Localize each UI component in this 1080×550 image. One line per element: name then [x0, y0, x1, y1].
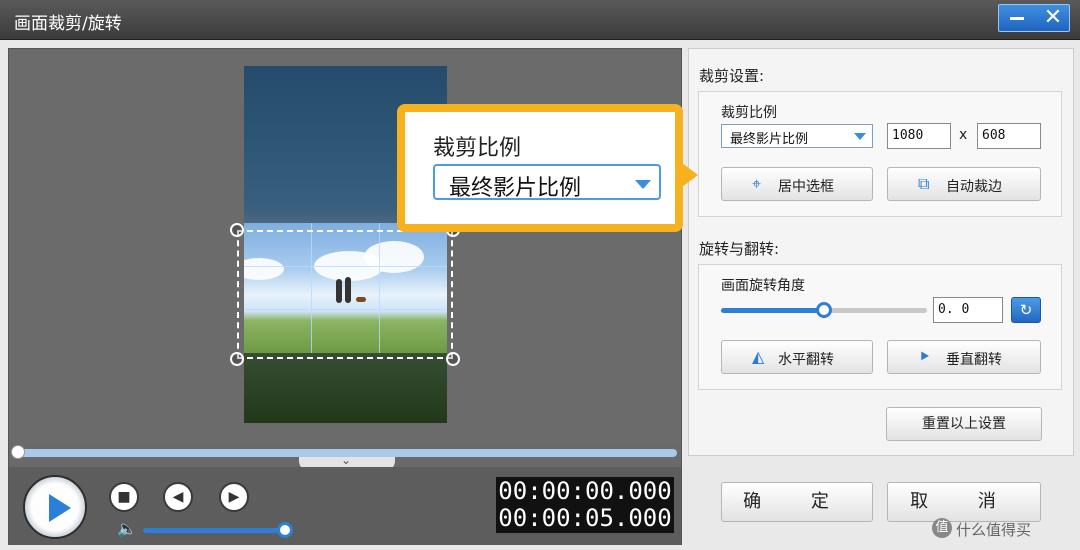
rotate-button[interactable]: ↻ [1011, 297, 1041, 323]
flip-horizontal-button[interactable]: ◭ 水平翻转 [721, 340, 873, 374]
cancel-button[interactable]: 取 消 [887, 482, 1041, 522]
chevron-down-icon [635, 180, 651, 189]
flip-horizontal-icon: ◭ [752, 347, 765, 366]
close-button[interactable]: ✕ [1035, 5, 1071, 31]
crop-width-value: 1080 [892, 128, 924, 143]
times-sign: x [959, 127, 968, 143]
flip-vertical-icon: ⯈ [918, 347, 931, 366]
crop-section-title: 裁剪设置: [699, 67, 765, 85]
watermark-logo: 值 [932, 518, 952, 538]
crop-handle-top-left[interactable] [230, 223, 244, 237]
volume-knob[interactable] [277, 522, 293, 538]
play-icon [49, 494, 71, 522]
rotation-angle-input[interactable]: 0. 0 [933, 297, 1003, 323]
timecode-display: 00:00:00.000 00:00:05.000 [496, 477, 674, 533]
prev-frame-button[interactable]: ◀ [163, 482, 193, 512]
play-button[interactable] [23, 475, 87, 539]
prev-frame-icon: ◀ [172, 489, 184, 505]
title-bar: 画面裁剪/旋转 ✕ [0, 0, 1080, 40]
crop-selection-frame[interactable] [237, 230, 453, 359]
center-selection-label: 居中选框 [778, 179, 834, 195]
callout-pointer [682, 163, 698, 187]
total-time: 00:00:05.000 [498, 504, 672, 532]
stop-icon: ■ [117, 489, 131, 505]
crop-ratio-value: 最终影片比例 [730, 132, 809, 147]
crop-settings-box: 裁剪比例 最终影片比例 1080 x 608 ⌖ 居中选框 ⧉ 自动裁边 [698, 91, 1062, 217]
center-selection-button[interactable]: ⌖ 居中选框 [721, 167, 873, 201]
ok-button[interactable]: 确 定 [721, 482, 873, 522]
rotation-slider-fill [721, 308, 824, 313]
chevron-down-icon: ⌄ [341, 453, 352, 467]
flip-vertical-button[interactable]: ⯈ 垂直翻转 [887, 340, 1041, 374]
auto-crop-button[interactable]: ⧉ 自动裁边 [887, 167, 1041, 201]
rotation-slider-knob[interactable] [816, 302, 832, 318]
crop-height-input[interactable]: 608 [977, 123, 1041, 149]
watermark-text: 什么值得买 [956, 521, 1032, 539]
cropped-out-bottom [244, 353, 447, 423]
volume-icon[interactable]: 🔈 [117, 519, 137, 538]
rotation-angle-value: 0. 0 [938, 302, 970, 317]
auto-crop-label: 自动裁边 [946, 179, 1002, 195]
timeline-knob[interactable] [11, 445, 25, 459]
crop-ratio-label: 裁剪比例 [721, 105, 777, 121]
next-frame-icon: ▶ [228, 489, 240, 505]
crop-ratio-select[interactable]: 最终影片比例 [721, 124, 873, 148]
crop-handle-bottom-left[interactable] [230, 352, 244, 366]
crop-icon: ⧉ [918, 174, 930, 193]
callout-label: 裁剪比例 [433, 136, 522, 161]
chevron-down-icon [854, 133, 866, 140]
window-buttons: ✕ [998, 4, 1070, 32]
callout-ratio-select: 最终影片比例 [433, 164, 661, 201]
flip-horizontal-label: 水平翻转 [778, 352, 834, 368]
crop-width-input[interactable]: 1080 [887, 123, 951, 149]
volume-slider[interactable] [143, 528, 285, 533]
flip-vertical-label: 垂直翻转 [946, 352, 1002, 368]
center-crosshair-icon: ⌖ [752, 174, 762, 193]
rotation-angle-label: 画面旋转角度 [721, 278, 805, 294]
settings-pane: 裁剪设置: 裁剪比例 最终影片比例 1080 x 608 ⌖ 居中选框 ⧉ 自动… [688, 48, 1074, 456]
window-title: 画面裁剪/旋转 [14, 14, 122, 34]
rotate-section-title: 旋转与翻转: [699, 240, 780, 258]
callout-ratio-value: 最终影片比例 [449, 176, 582, 201]
current-time: 00:00:00.000 [498, 477, 672, 505]
rotate-settings-box: 画面旋转角度 0. 0 ↻ ◭ 水平翻转 ⯈ 垂直翻转 [698, 264, 1062, 390]
rotate-icon: ↻ [1019, 301, 1033, 319]
crop-height-value: 608 [982, 128, 1006, 143]
minimize-button[interactable] [999, 5, 1035, 31]
reset-settings-button[interactable]: 重置以上设置 [886, 407, 1042, 441]
dialog-body: ⌄ ■ ◀ ▶ 🔈 00:00:00.000 00:00:05.000 裁剪比例… [0, 40, 1080, 550]
next-frame-button[interactable]: ▶ [219, 482, 249, 512]
stop-button[interactable]: ■ [109, 482, 139, 512]
crop-handle-bottom-right[interactable] [446, 352, 460, 366]
zoom-callout: 裁剪比例 最终影片比例 [397, 104, 683, 232]
minimize-icon [1010, 17, 1024, 20]
player-controls: ■ ◀ ▶ 🔈 00:00:00.000 00:00:05.000 [9, 467, 681, 545]
close-icon: ✕ [1043, 5, 1063, 30]
